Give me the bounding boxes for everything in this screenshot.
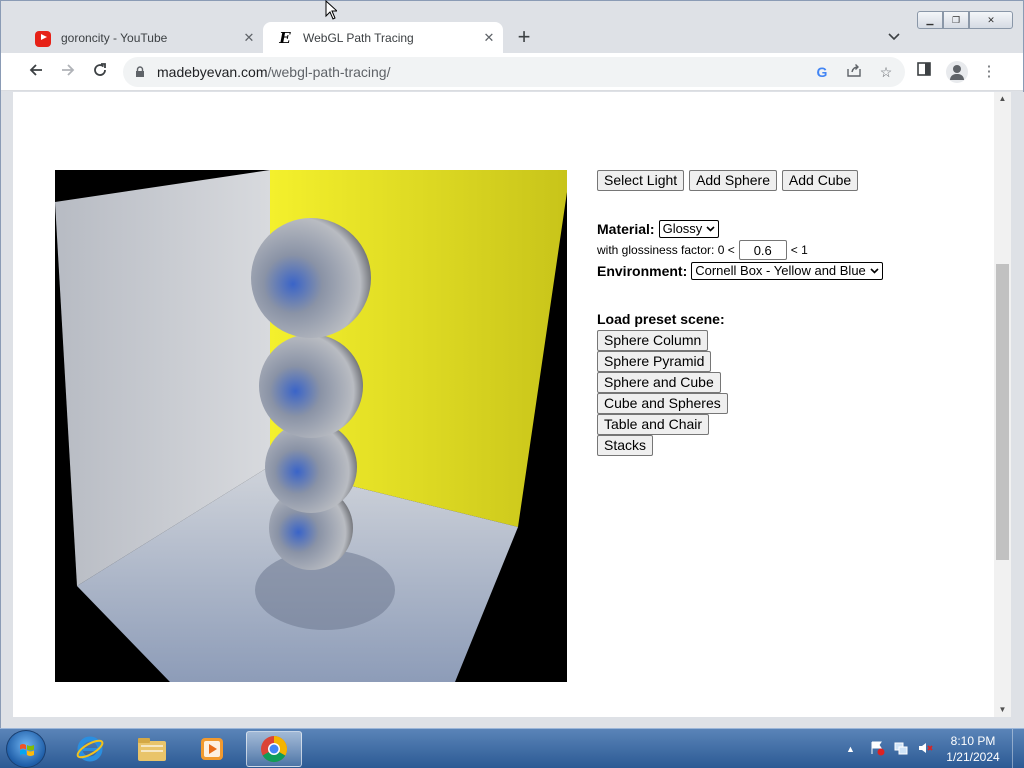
show-desktop-button[interactable] xyxy=(1012,729,1024,768)
glossiness-input[interactable] xyxy=(738,240,787,260)
window-controls: ▁ ❐ ✕ xyxy=(917,11,1013,29)
preset-table-and-chair-button[interactable]: Table and Chair xyxy=(597,414,710,435)
preset-sphere-column-button[interactable]: Sphere Column xyxy=(597,330,709,351)
share-icon[interactable] xyxy=(845,63,863,81)
environment-row: Environment: Cornell Box - Yellow and Bl… xyxy=(597,262,883,280)
media-player-icon[interactable] xyxy=(184,731,240,767)
google-icon[interactable]: G xyxy=(813,63,831,81)
side-panel-icon[interactable] xyxy=(913,61,935,83)
environment-select[interactable]: Cornell Box - Yellow and Blue xyxy=(691,262,883,280)
network-icon[interactable] xyxy=(893,740,909,759)
address-bar[interactable]: madebyevan.com/webgl-path-tracing/ G ☆ xyxy=(123,57,905,87)
bookmark-star-icon[interactable]: ☆ xyxy=(877,63,895,81)
add-cube-button[interactable]: Add Cube xyxy=(781,170,859,191)
preset-list: Sphere Column Sphere Pyramid Sphere and … xyxy=(597,330,728,456)
tab-title: WebGL Path Tracing xyxy=(303,30,414,45)
preset-sphere-and-cube-button[interactable]: Sphere and Cube xyxy=(597,372,721,393)
windows-logo-icon xyxy=(20,744,34,756)
maximize-button[interactable]: ❐ xyxy=(943,11,969,29)
page-viewport: Select Light Add Sphere Add Cube Materia… xyxy=(13,92,994,717)
action-center-icon[interactable] xyxy=(869,740,885,759)
tab-youtube[interactable]: goroncity - YouTube ✕ xyxy=(21,22,263,53)
window-frame-right xyxy=(1011,92,1024,717)
scroll-thumb[interactable] xyxy=(996,264,1009,560)
preset-stacks-button[interactable]: Stacks xyxy=(597,435,654,456)
browser-toolbar: madebyevan.com/webgl-path-tracing/ G ☆ ⋮ xyxy=(1,53,1023,91)
back-button[interactable] xyxy=(23,59,49,85)
material-select[interactable]: Glossy xyxy=(658,220,720,238)
preset-sphere-pyramid-button[interactable]: Sphere Pyramid xyxy=(597,351,712,372)
file-explorer-icon[interactable] xyxy=(124,731,180,767)
scroll-up-icon[interactable]: ▲ xyxy=(994,92,1011,106)
environment-label: Environment: xyxy=(597,263,688,279)
chevron-down-icon xyxy=(870,263,879,279)
volume-muted-icon[interactable] xyxy=(917,740,933,759)
start-button[interactable] xyxy=(6,730,46,768)
material-value: Glossy xyxy=(662,221,703,236)
chrome-icon[interactable] xyxy=(246,731,302,767)
new-tab-button[interactable]: + xyxy=(511,25,537,51)
lock-icon xyxy=(136,66,144,77)
profile-avatar-icon[interactable] xyxy=(946,61,968,83)
minimize-button[interactable]: ▁ xyxy=(917,11,943,29)
path-tracing-canvas[interactable] xyxy=(55,170,567,682)
internet-explorer-icon[interactable] xyxy=(62,731,118,767)
window-frame-left xyxy=(1,92,13,717)
mouse-cursor-icon xyxy=(325,0,337,20)
tab-strip: goroncity - YouTube ✕ E WebGL Path Traci… xyxy=(1,1,1023,53)
clock-time: 8:10 PM xyxy=(950,734,996,748)
add-sphere-button[interactable]: Add Sphere xyxy=(689,170,778,191)
forward-button[interactable] xyxy=(55,59,81,85)
tab-search-icon[interactable] xyxy=(883,28,905,48)
e-icon: E xyxy=(279,28,291,47)
glossiness-row: with glossiness factor: 0 < < 1 xyxy=(597,240,808,260)
select-light-button[interactable]: Select Light xyxy=(597,170,685,191)
preset-cube-and-spheres-button[interactable]: Cube and Spheres xyxy=(597,393,728,414)
taskbar: ▲ 8:10 PM 1/21/2024 xyxy=(0,728,1024,768)
chevron-down-icon xyxy=(706,221,715,237)
vertical-scrollbar[interactable]: ▲ ▼ xyxy=(994,92,1011,717)
show-hidden-icons-icon[interactable]: ▲ xyxy=(846,744,855,754)
glossiness-prefix: with glossiness factor: 0 < xyxy=(597,243,735,257)
reload-button[interactable] xyxy=(87,59,113,85)
system-clock[interactable]: 8:10 PM 1/21/2024 xyxy=(940,733,1006,765)
close-icon[interactable]: ✕ xyxy=(475,30,503,46)
system-tray: ▲ xyxy=(840,729,933,768)
material-label: Material: xyxy=(597,221,655,237)
close-window-button[interactable]: ✕ xyxy=(969,11,1013,29)
close-icon[interactable]: ✕ xyxy=(235,30,263,46)
tab-webgl-path-tracing[interactable]: E WebGL Path Tracing ✕ xyxy=(263,22,503,53)
object-buttons: Select Light Add Sphere Add Cube xyxy=(597,170,859,191)
url-host: madebyevan.com xyxy=(157,64,268,80)
material-row: Material: Glossy xyxy=(597,220,720,238)
menu-kebab-icon[interactable]: ⋮ xyxy=(978,61,1000,83)
glossiness-suffix: < 1 xyxy=(790,243,808,257)
scroll-down-icon[interactable]: ▼ xyxy=(994,703,1011,717)
preset-scene-title: Load preset scene: xyxy=(597,311,725,327)
url-text: madebyevan.com/webgl-path-tracing/ xyxy=(157,64,390,80)
browser-window: goroncity - YouTube ✕ E WebGL Path Traci… xyxy=(0,0,1024,729)
url-path: /webgl-path-tracing/ xyxy=(267,64,391,80)
clock-date: 1/21/2024 xyxy=(946,750,1000,764)
environment-value: Cornell Box - Yellow and Blue xyxy=(695,263,866,278)
tab-title: goroncity - YouTube xyxy=(61,30,168,45)
youtube-icon xyxy=(35,30,51,47)
